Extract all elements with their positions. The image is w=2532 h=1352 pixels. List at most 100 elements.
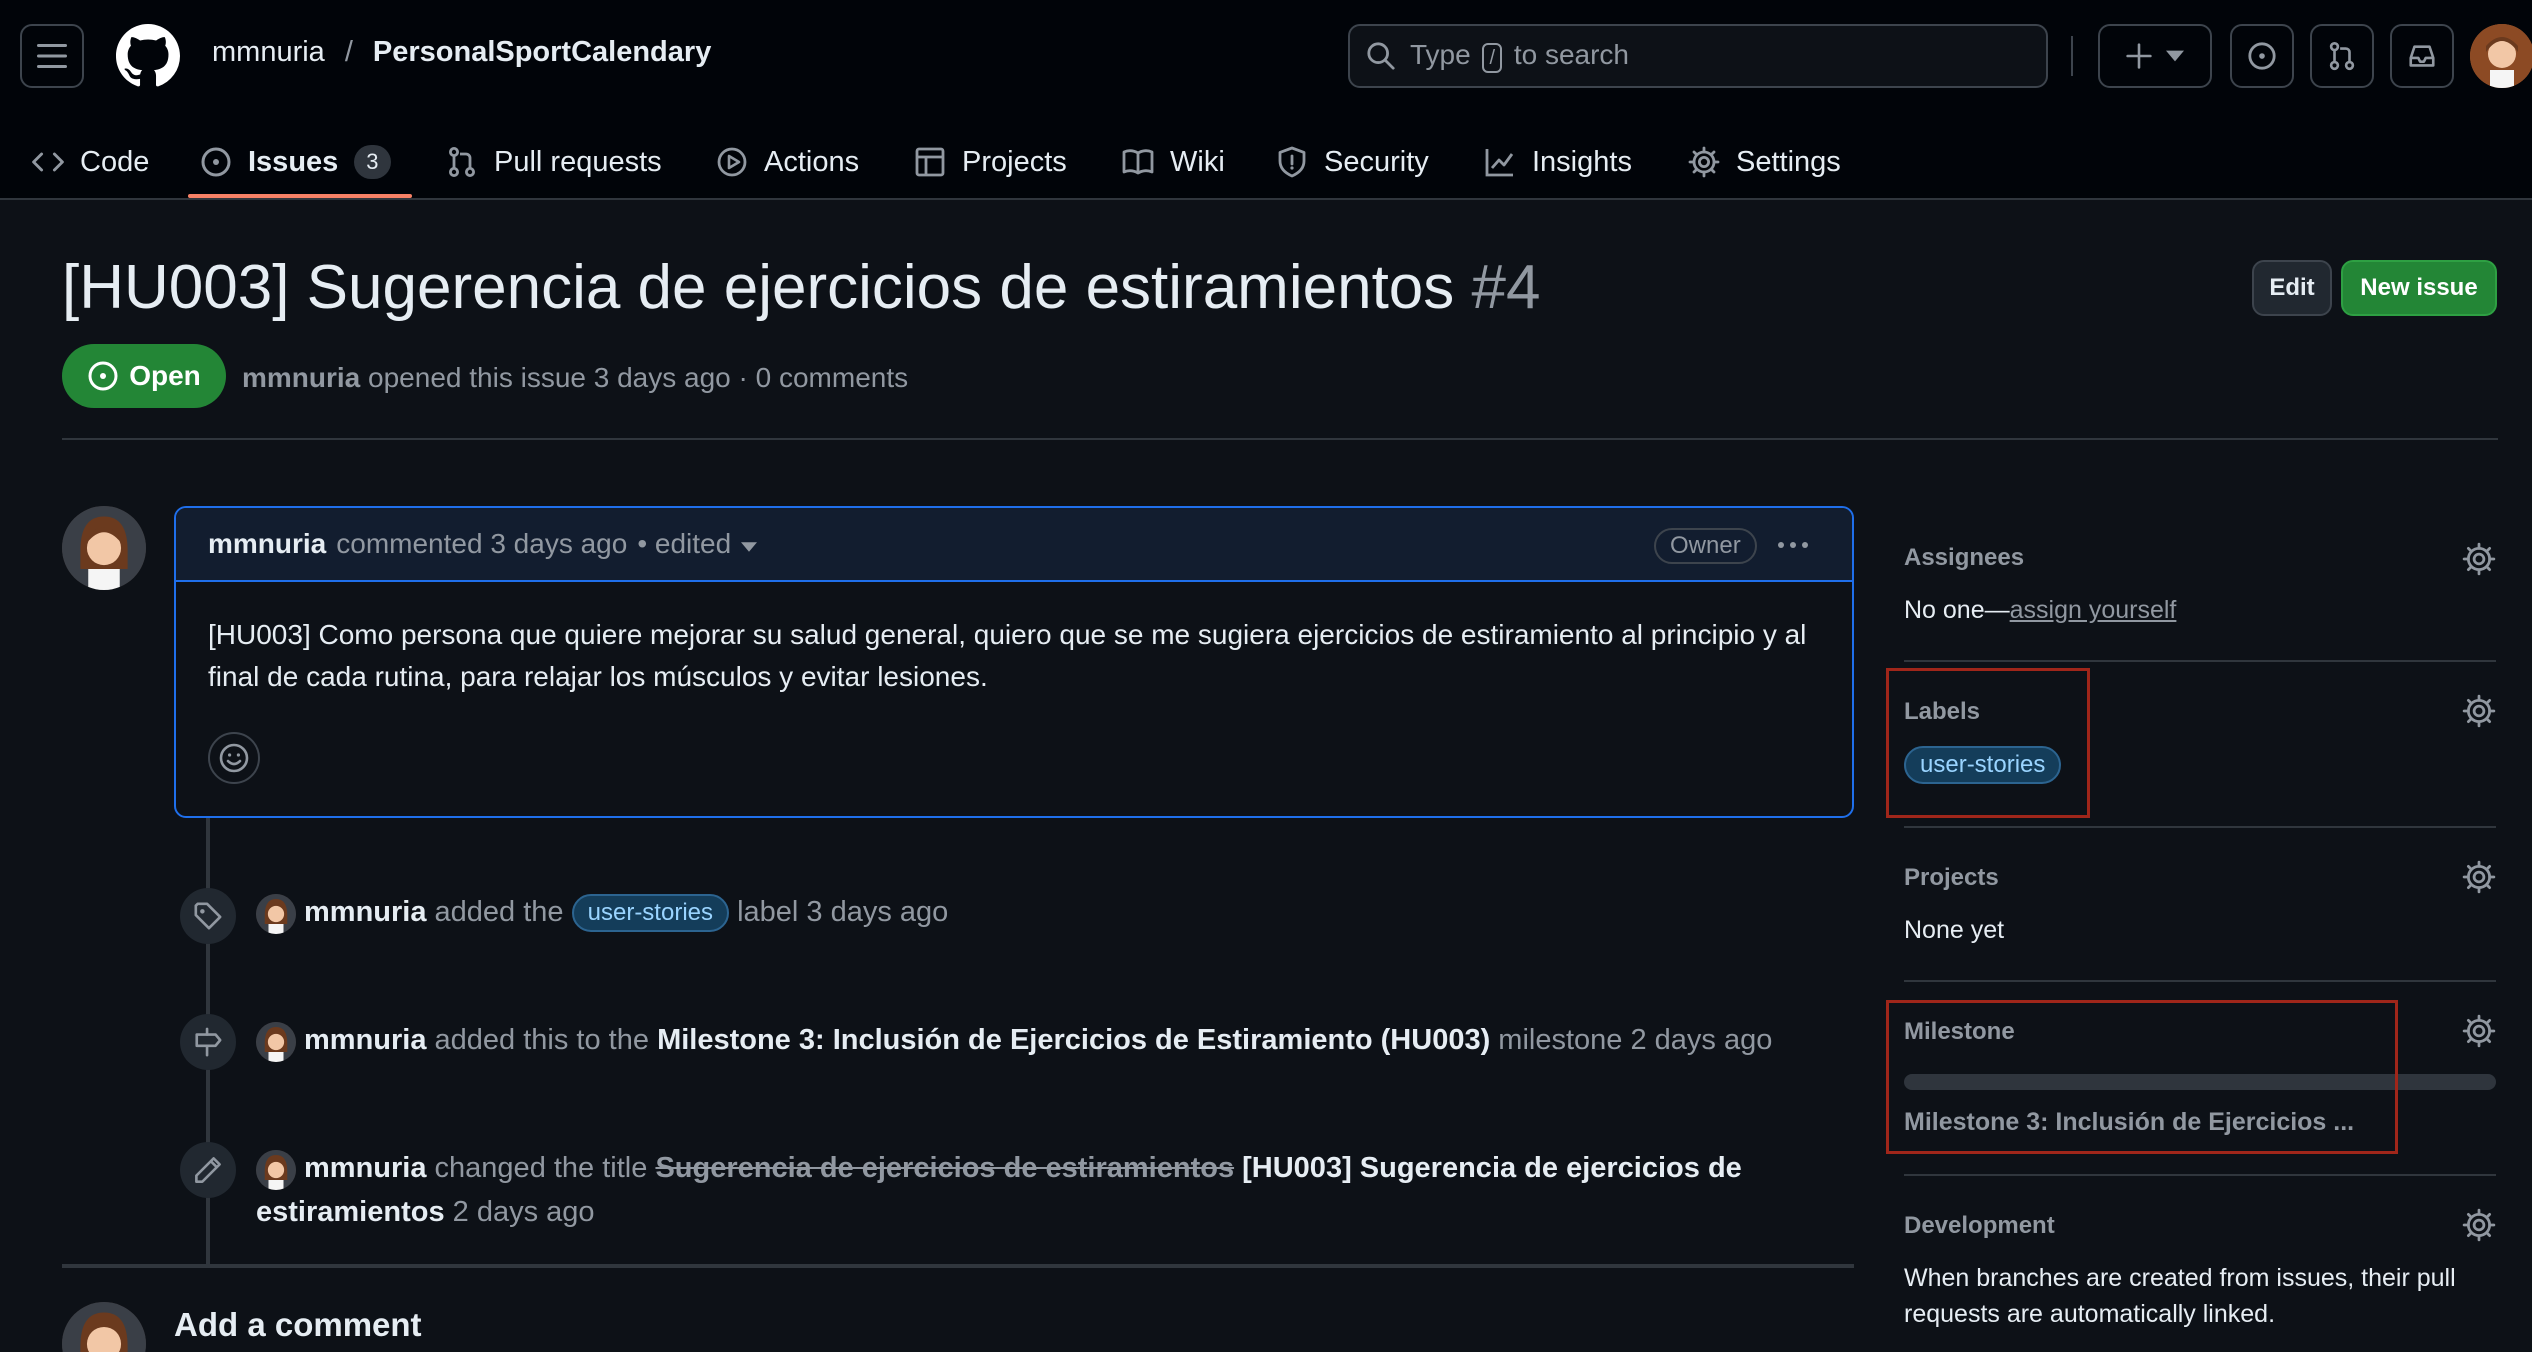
issue-number: #4 (1471, 253, 1541, 322)
milestone-link[interactable]: Milestone 3: Inclusión de Ejercicios de … (657, 1024, 1490, 1056)
sidebar-divider (1904, 826, 2496, 828)
issue-title: [HU003] Sugerencia de ejercicios de esti… (62, 252, 1540, 323)
event-text: added the (434, 896, 564, 928)
comment-author-avatar[interactable] (62, 506, 146, 590)
comment-card: mmnuria commented 3 days ago • edited Ow… (174, 506, 1854, 818)
timeline-event-title-changed-cont: estiramientos 2 days ago (256, 1190, 595, 1234)
hamburger-icon (37, 44, 67, 68)
repo-breadcrumb: mmnuria / PersonalSportCalendary (212, 36, 711, 69)
development-text-line1: When branches are created from issues, t… (1904, 1264, 2456, 1292)
search-input[interactable]: Type / to search (1348, 24, 2048, 88)
event-actor-avatar[interactable] (256, 894, 296, 934)
event-actor-link[interactable]: mmnuria (304, 1152, 426, 1184)
comment-options-button[interactable] (1778, 542, 1808, 548)
development-title[interactable]: Development (1904, 1212, 2055, 1240)
edit-button[interactable]: Edit (2252, 260, 2332, 316)
tab-label: Actions (764, 145, 860, 178)
event-actor-avatar[interactable] (256, 1150, 296, 1190)
event-actor-avatar[interactable] (256, 1022, 296, 1062)
new-title: [HU003] Sugerencia de ejercicios de (1242, 1152, 1742, 1184)
search-prefix: Type (1410, 39, 1471, 70)
tab-label: Wiki (1170, 145, 1225, 178)
tab-projects[interactable]: Projects (914, 124, 1067, 200)
triangle-down-icon[interactable] (741, 542, 758, 552)
assignees-title[interactable]: Assignees (1904, 544, 2024, 572)
development-text-line2: requests are automatically linked. (1904, 1300, 2276, 1328)
tab-actions[interactable]: Actions (716, 124, 859, 200)
tab-issues[interactable]: Issues 3 (200, 124, 391, 200)
gear-icon[interactable] (2462, 694, 2496, 728)
new-issue-button[interactable]: New issue (2341, 260, 2497, 316)
triangle-down-icon (2166, 50, 2184, 62)
tab-pull-requests[interactable]: Pull requests (446, 124, 662, 200)
pencil-icon (195, 1157, 221, 1183)
gear-icon[interactable] (2462, 860, 2496, 894)
issue-title-text: [HU003] Sugerencia de ejercicios de esti… (62, 253, 1455, 322)
issue-meta-text: opened this issue 3 days ago · 0 comment… (368, 362, 909, 393)
comment-timestamp[interactable]: commented 3 days ago (336, 528, 627, 560)
event-text: milestone 2 days ago (1498, 1024, 1773, 1056)
tab-settings[interactable]: Settings (1688, 124, 1841, 200)
add-comment-heading: Add a comment (174, 1306, 422, 1343)
tab-label: Security (1324, 145, 1429, 178)
tab-security[interactable]: Security (1276, 124, 1429, 200)
repo-name-link[interactable]: PersonalSportCalendary (373, 36, 711, 69)
timeline-event-icon (180, 1014, 236, 1070)
gear-icon[interactable] (2462, 1208, 2496, 1242)
tab-wiki[interactable]: Wiki (1122, 124, 1225, 200)
event-actor-link[interactable]: mmnuria (304, 896, 426, 928)
issue-meta: mmnuria opened this issue 3 days ago · 0… (242, 362, 908, 394)
gear-icon[interactable] (2462, 542, 2496, 576)
search-shortcut-key: / (1482, 43, 1503, 73)
highlight-box-milestone (1886, 1000, 2398, 1154)
header-divider (2071, 36, 2073, 76)
sidebar-divider (1904, 980, 2496, 982)
new-title: estiramientos (256, 1196, 445, 1228)
tab-code[interactable]: Code (32, 124, 149, 200)
create-new-button[interactable] (2098, 24, 2212, 88)
comment-body: [HU003] Como persona que quiere mejorar … (208, 619, 1807, 692)
timeline-event-title-changed: mmnuria changed the title Sugerencia de … (304, 1146, 1742, 1190)
active-tab-indicator (188, 194, 412, 198)
issues-shortcut-button[interactable] (2230, 24, 2294, 88)
inbox-icon (2409, 45, 2435, 67)
issue-opened-icon (88, 361, 118, 391)
github-logo-icon[interactable] (116, 24, 180, 88)
breadcrumb-separator: / (344, 36, 353, 68)
comment-author-link[interactable]: mmnuria (208, 528, 326, 560)
issue-author-link[interactable]: mmnuria (242, 362, 360, 393)
smiley-icon (219, 743, 249, 773)
projects-title[interactable]: Projects (1904, 864, 1999, 892)
issue-state-label: Open (129, 360, 201, 391)
add-reaction-button[interactable] (208, 732, 260, 784)
repo-owner-link[interactable]: mmnuria (212, 36, 325, 69)
tab-label: Insights (1532, 145, 1632, 178)
tab-insights[interactable]: Insights (1484, 124, 1632, 200)
issues-count-badge: 3 (354, 145, 391, 179)
old-title: Sugerencia de ejercicios de estiramiento… (655, 1152, 1235, 1184)
search-icon (1367, 42, 1395, 70)
event-actor-link[interactable]: mmnuria (304, 1024, 426, 1056)
pull-requests-shortcut-button[interactable] (2310, 24, 2374, 88)
tag-icon (194, 902, 222, 930)
inbox-button[interactable] (2390, 24, 2454, 88)
highlight-box-labels (1886, 668, 2090, 818)
assign-yourself-link[interactable]: assign yourself (2010, 596, 2177, 624)
book-icon (1122, 149, 1154, 175)
owner-role-badge: Owner (1654, 528, 1757, 564)
issue-opened-icon (201, 147, 231, 177)
timeline-divider (62, 1264, 1854, 1268)
menu-button[interactable] (20, 24, 84, 88)
git-pull-request-icon (449, 147, 475, 177)
label-pill[interactable]: user-stories (571, 894, 729, 933)
issue-opened-icon (2248, 42, 2276, 70)
tab-label: Issues (248, 145, 339, 178)
comment-edited-dropdown[interactable]: • edited (637, 528, 731, 560)
gear-icon[interactable] (2462, 1014, 2496, 1048)
tab-label: Pull requests (494, 145, 662, 178)
tab-label: Settings (1736, 145, 1841, 178)
sidebar-divider (1904, 660, 2496, 662)
user-avatar[interactable] (2470, 24, 2532, 88)
code-icon (32, 152, 64, 172)
plus-icon (2126, 43, 2152, 69)
